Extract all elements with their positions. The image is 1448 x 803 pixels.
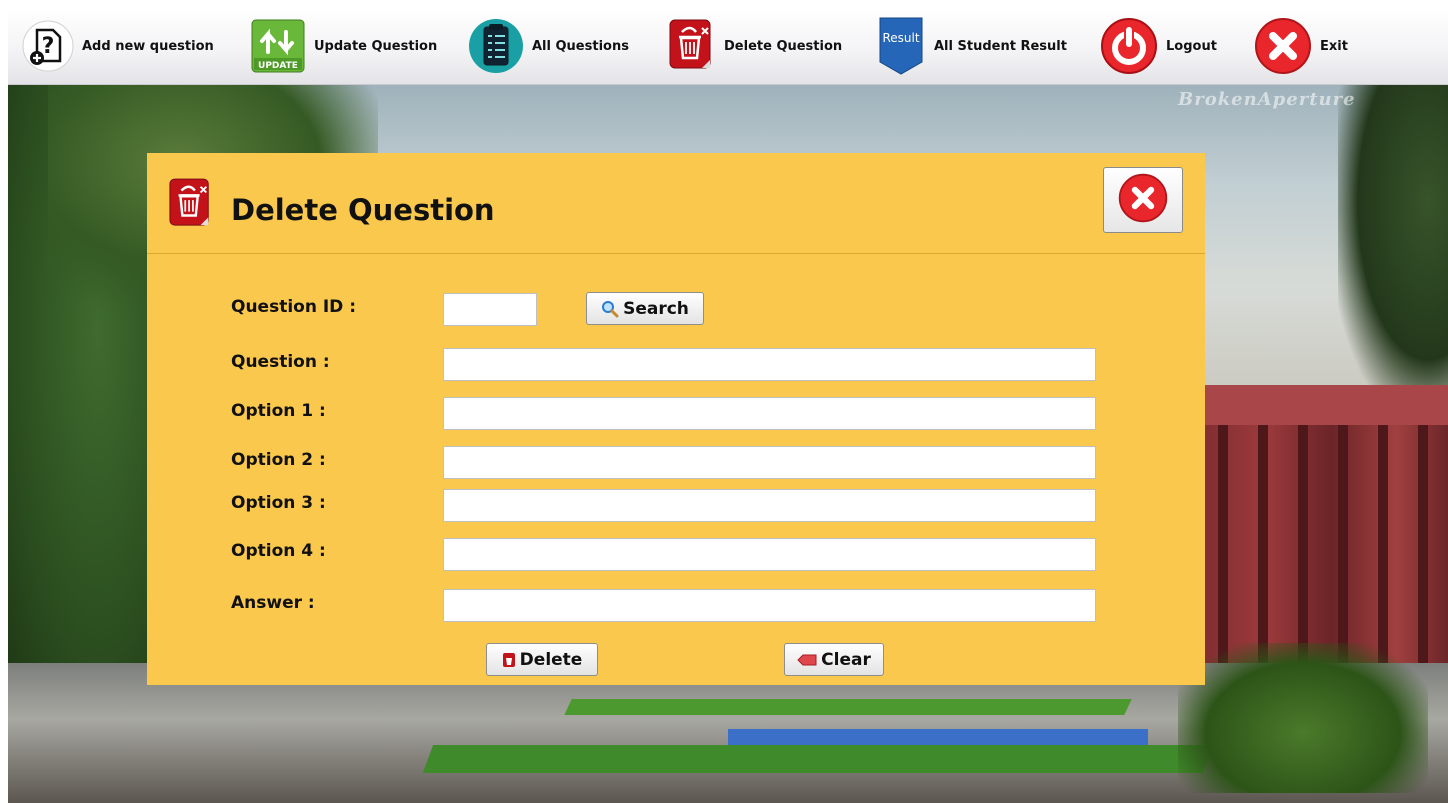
question-id-label: Question ID : <box>231 297 357 317</box>
exit-x-icon <box>1254 17 1312 75</box>
svg-text:UPDATE: UPDATE <box>258 61 298 71</box>
exit-label: Exit <box>1320 38 1348 54</box>
option2-label: Option 2 : <box>231 450 326 470</box>
svg-text:?: ? <box>42 34 55 59</box>
search-icon <box>601 300 619 318</box>
option3-label: Option 3 : <box>231 493 326 513</box>
answer-label: Answer : <box>231 593 315 613</box>
question-list-icon <box>468 18 524 74</box>
exit-button[interactable]: Exit <box>1254 8 1348 84</box>
all-student-result-label: All Student Result <box>934 38 1067 54</box>
add-question-icon: ? <box>22 20 74 72</box>
update-question-button[interactable]: UPDATE Update Question <box>250 8 437 84</box>
delete-trash-icon <box>168 177 214 235</box>
option3-input[interactable] <box>443 489 1096 522</box>
dialog-header: Delete Question <box>147 153 1205 254</box>
delete-question-button[interactable]: Delete Question <box>668 8 842 84</box>
option4-input[interactable] <box>443 538 1096 571</box>
tree-right <box>1338 85 1448 405</box>
main-toolbar: ? Add new question UPDATE Update Questio… <box>8 8 1448 85</box>
close-x-icon <box>1117 172 1169 228</box>
watermark-text: BrokenAperture <box>1178 89 1356 110</box>
eraser-icon <box>797 654 817 666</box>
result-ribbon-icon: Result <box>876 16 926 76</box>
clear-button[interactable]: Clear <box>784 643 884 676</box>
option2-input[interactable] <box>443 446 1096 479</box>
update-question-label: Update Question <box>314 38 438 54</box>
water-pool <box>728 729 1148 745</box>
logout-label: Logout <box>1166 38 1217 54</box>
clear-label: Clear <box>821 649 871 670</box>
update-icon: UPDATE <box>250 18 306 74</box>
question-id-input[interactable] <box>443 293 537 326</box>
question-input[interactable] <box>443 348 1096 381</box>
delete-question-label: Delete Question <box>724 38 843 54</box>
all-questions-label: All Questions <box>532 38 629 54</box>
add-new-question-label: Add new question <box>82 38 214 54</box>
option4-label: Option 4 : <box>231 541 326 561</box>
search-button[interactable]: Search <box>586 292 704 325</box>
all-student-result-button[interactable]: Result All Student Result <box>876 8 1067 84</box>
delete-icon <box>502 652 516 668</box>
question-label: Question : <box>231 352 330 372</box>
option1-input[interactable] <box>443 397 1096 430</box>
search-label: Search <box>623 298 689 319</box>
lawn-strip-front <box>422 745 1214 773</box>
bushes-right <box>1178 643 1428 793</box>
delete-button[interactable]: Delete <box>486 643 598 676</box>
logout-button[interactable]: Logout <box>1100 8 1217 84</box>
all-questions-button[interactable]: All Questions <box>468 8 629 84</box>
lawn-strip <box>564 699 1132 715</box>
add-new-question-button[interactable]: ? Add new question <box>22 8 214 84</box>
delete-trash-icon <box>668 18 716 74</box>
answer-input[interactable] <box>443 589 1096 622</box>
close-dialog-button[interactable] <box>1103 167 1183 233</box>
option1-label: Option 1 : <box>231 401 326 421</box>
delete-question-dialog: Delete Question Question ID : Search Que… <box>147 153 1205 685</box>
delete-label: Delete <box>519 649 583 670</box>
power-icon <box>1100 17 1158 75</box>
dialog-title: Delete Question <box>231 193 495 227</box>
svg-text:Result: Result <box>882 31 919 45</box>
